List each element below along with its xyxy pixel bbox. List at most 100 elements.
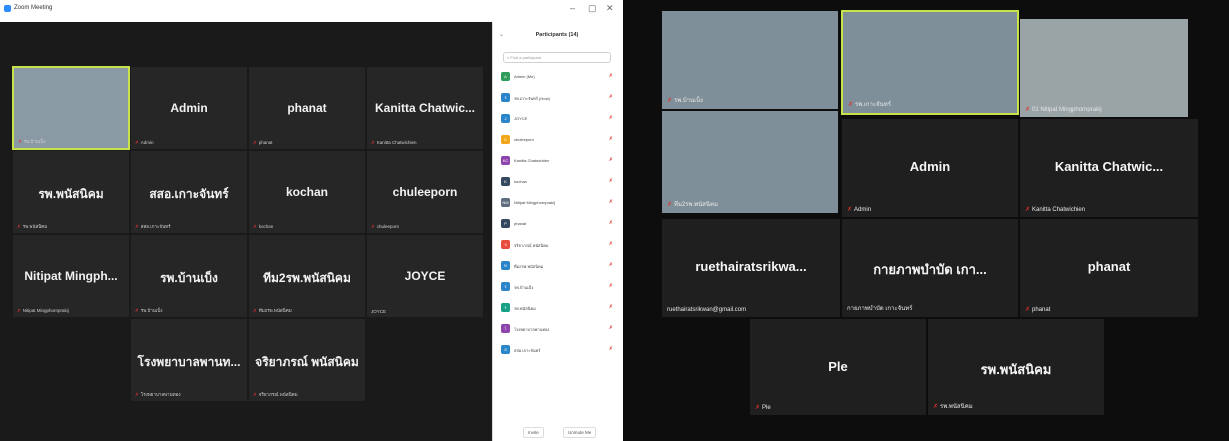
avatar: NM bbox=[501, 198, 510, 207]
participant-row[interactable]: A Admin (Me) ✗ bbox=[499, 72, 615, 84]
participant-row[interactable]: ร รพ.พนัสนิคม ✗ bbox=[499, 303, 615, 315]
close-button[interactable]: ✕ bbox=[606, 3, 614, 14]
video-tile[interactable]: ✗ รพ.บ้านเบ็ง bbox=[661, 10, 839, 110]
participant-tile[interactable]: Nitipat Mingph... ✗ Nitipat Mingphornprak… bbox=[12, 234, 130, 318]
muted-mic-icon[interactable]: ✗ bbox=[609, 262, 613, 268]
participant-name: Kanitta Chatwic... bbox=[374, 101, 475, 115]
muted-mic-icon: ✗ bbox=[848, 102, 854, 108]
muted-mic-icon[interactable]: ✗ bbox=[609, 94, 613, 100]
minimize-button[interactable]: – bbox=[570, 3, 575, 13]
participant-row[interactable]: Kkochan ✗ bbox=[499, 177, 615, 189]
unmute-me-button[interactable]: Unmute Me bbox=[563, 427, 597, 438]
muted-mic-icon[interactable]: ✗ bbox=[609, 283, 613, 289]
muted-mic-icon: ✗ bbox=[135, 224, 139, 229]
participant-tile[interactable]: chuleeporn ✗ chuleeporn bbox=[366, 150, 484, 234]
participant-row[interactable]: NM Nitipat Mingphornprakij ✗ bbox=[499, 198, 615, 210]
participant-row[interactable]: จ จริยาภรณ์ พนัสนิคม ✗ bbox=[499, 240, 615, 252]
participant-tile[interactable]: กายภาพบำบัด เกา... กายภาพบำบัด เกาะจันทร… bbox=[841, 218, 1019, 318]
muted-mic-icon[interactable]: ✗ bbox=[609, 241, 613, 247]
participant-name: รพ.บ้านเบ็ง bbox=[160, 271, 218, 285]
muted-mic-icon[interactable]: ✗ bbox=[609, 115, 613, 121]
participant-tile[interactable]: Kanitta Chatwic... ✗ Kanitta Chatwichien bbox=[366, 66, 484, 150]
participant-name: kochan bbox=[514, 179, 527, 184]
participant-label: ✗ รพ.บ้านเบ็ง bbox=[18, 139, 46, 144]
muted-mic-icon[interactable]: ✗ bbox=[609, 220, 613, 226]
muted-mic-icon[interactable]: ✗ bbox=[609, 346, 613, 352]
participant-row[interactable]: Cchuleeporn ✗ bbox=[499, 135, 615, 147]
participant-label: ruethairatsrikwan@gmail.com bbox=[667, 307, 747, 313]
video-tile[interactable]: ✗ รพ.บ้านเบ็ง bbox=[12, 66, 130, 150]
avatar: P bbox=[501, 219, 510, 228]
participant-row[interactable]: KC Kanitta Chatwichien ✗ bbox=[499, 156, 615, 168]
muted-mic-icon[interactable]: ✗ bbox=[609, 178, 613, 184]
participant-tile[interactable]: phanat ✗ phanat bbox=[248, 66, 366, 150]
avatar: ท bbox=[501, 261, 510, 270]
participant-name: โรงพยาบาลพานทอง bbox=[514, 327, 550, 332]
participant-row[interactable]: J JOYCE ✗ bbox=[499, 114, 615, 126]
video-tile[interactable]: ✗ 01 Nitipat Mingphornprakij bbox=[1019, 18, 1189, 118]
participant-tile[interactable]: Ple ✗ Ple bbox=[749, 318, 927, 416]
participant-tile[interactable]: จริยาภรณ์ พนัสนิคม ✗ จริยาภรณ์ พนัสนิคม bbox=[248, 318, 366, 402]
participant-row[interactable]: ร รพ.บ้านเบ็ง ✗ bbox=[499, 282, 615, 294]
participant-tile[interactable]: Kanitta Chatwic... ✗ Kanitta Chatwichien bbox=[1019, 118, 1199, 218]
muted-mic-icon: ✗ bbox=[135, 308, 139, 313]
maximize-button[interactable]: ▢ bbox=[588, 3, 597, 14]
video-tile[interactable]: ✗ รพ.เกาะจันทร์ bbox=[841, 10, 1019, 115]
muted-mic-icon[interactable]: ✗ bbox=[609, 199, 613, 205]
participant-row[interactable]: โ โรงพยาบาลพานทอง ✗ bbox=[499, 324, 615, 336]
participant-tile[interactable]: ทีม2รพ.พนัสนิคม ✗ ทีม2รพ.พนัสนิคม bbox=[248, 234, 366, 318]
participant-tile[interactable]: ruethairatsrikwa... ruethairatsrikwan@gm… bbox=[661, 218, 841, 318]
participant-name: phanat bbox=[1087, 259, 1131, 274]
participant-label: ✗ phanat bbox=[253, 140, 273, 145]
avatar: K bbox=[501, 177, 510, 186]
participant-name: โรงพยาบาลพานท... bbox=[137, 355, 241, 369]
participant-tile[interactable]: สสอ.เกาะจันทร์ ✗ สสอ.เกาะจันทร์ bbox=[130, 150, 248, 234]
title-bar: Zoom Meeting – ▢ ✕ bbox=[0, 0, 620, 22]
participant-name: phanat bbox=[514, 221, 527, 226]
participant-tile[interactable]: phanat ✗ phanat bbox=[1019, 218, 1199, 318]
avatar: A bbox=[501, 72, 510, 81]
video-tile[interactable]: ✗ ทีม2รพ.พนัสนิคม bbox=[661, 110, 839, 214]
participant-name: รพ.เกาะจันทร์ (Host) bbox=[514, 96, 550, 101]
participant-name: Kanitta Chatwic... bbox=[1054, 159, 1164, 174]
participant-label: ✗ ทีม2รพ.พนัสนิคม bbox=[253, 308, 292, 313]
muted-mic-icon[interactable]: ✗ bbox=[609, 157, 613, 163]
participant-tile[interactable]: Admin ✗ Admin bbox=[130, 66, 248, 150]
participant-name: รพ.พนัสนิคม bbox=[980, 362, 1052, 377]
search-input[interactable]: ⌕ Find a participant bbox=[503, 52, 611, 63]
participant-list: A Admin (Me) ✗ ร รพ.เกาะจันทร์ (Host) ✗ J JOYCE… bbox=[493, 72, 621, 412]
participant-tile[interactable]: รพ.บ้านเบ็ง ✗ รพ.บ้านเบ็ง bbox=[130, 234, 248, 318]
participant-name: kochan bbox=[285, 185, 328, 199]
invite-button[interactable]: Invite bbox=[523, 427, 544, 438]
zoom-logo-icon bbox=[4, 5, 11, 12]
participant-label: ✗ Admin bbox=[847, 207, 872, 213]
avatar: ร bbox=[501, 93, 510, 102]
muted-mic-icon[interactable]: ✗ bbox=[609, 304, 613, 310]
participant-name: รพ.พนัสนิคม bbox=[38, 187, 104, 201]
participant-tile[interactable]: รพ.พนัสนิคม ✗ รพ.พนัสนิคม bbox=[927, 318, 1105, 416]
participant-row[interactable]: ส สสอ.เกาะจันทร์ ✗ bbox=[499, 345, 615, 357]
participant-tile[interactable]: kochan ✗ kochan bbox=[248, 150, 366, 234]
participant-row[interactable]: ท ทีม2รพ.พนัสนิคม ✗ bbox=[499, 261, 615, 273]
left-zoom-window: Zoom Meeting – ▢ ✕ ✗ รพ.บ้านเบ็ง Admin ✗ A… bbox=[0, 0, 620, 441]
participant-tile[interactable]: Admin ✗ Admin bbox=[841, 118, 1019, 218]
participant-name: จริยาภรณ์ พนัสนิคม bbox=[255, 355, 359, 369]
participant-row[interactable]: Pphanat ✗ bbox=[499, 219, 615, 231]
muted-mic-icon[interactable]: ✗ bbox=[609, 325, 613, 331]
participant-tile[interactable]: JOYCE JOYCE bbox=[366, 234, 484, 318]
participant-row[interactable]: ร รพ.เกาะจันทร์ (Host) ✗ bbox=[499, 93, 615, 105]
participant-tile[interactable]: รพ.พนัสนิคม ✗ รพ.พนัสนิคม bbox=[12, 150, 130, 234]
muted-mic-icon: ✗ bbox=[1025, 307, 1031, 313]
participant-tile[interactable]: โรงพยาบาลพานท... ✗ โรงพยาบาลพานทอง bbox=[130, 318, 248, 402]
participant-label: ✗ 01 Nitipat Mingphornprakij bbox=[1025, 107, 1102, 113]
participant-name: จริยาภรณ์ พนัสนิคม bbox=[514, 243, 549, 248]
participant-name: Kanitta Chatwichien bbox=[514, 158, 550, 163]
participant-name: JOYCE bbox=[514, 116, 528, 121]
muted-mic-icon[interactable]: ✗ bbox=[609, 73, 613, 79]
participants-panel: ⌄ Participants (14) ⌕ Find a participant… bbox=[492, 22, 620, 441]
participant-label: กายภาพบำบัด เกาะจันทร์ bbox=[847, 306, 913, 312]
participant-label: ✗ chuleeporn bbox=[371, 224, 400, 229]
muted-mic-icon: ✗ bbox=[1025, 107, 1031, 113]
muted-mic-icon[interactable]: ✗ bbox=[609, 136, 613, 142]
participant-label: ✗ Ple bbox=[755, 405, 771, 411]
